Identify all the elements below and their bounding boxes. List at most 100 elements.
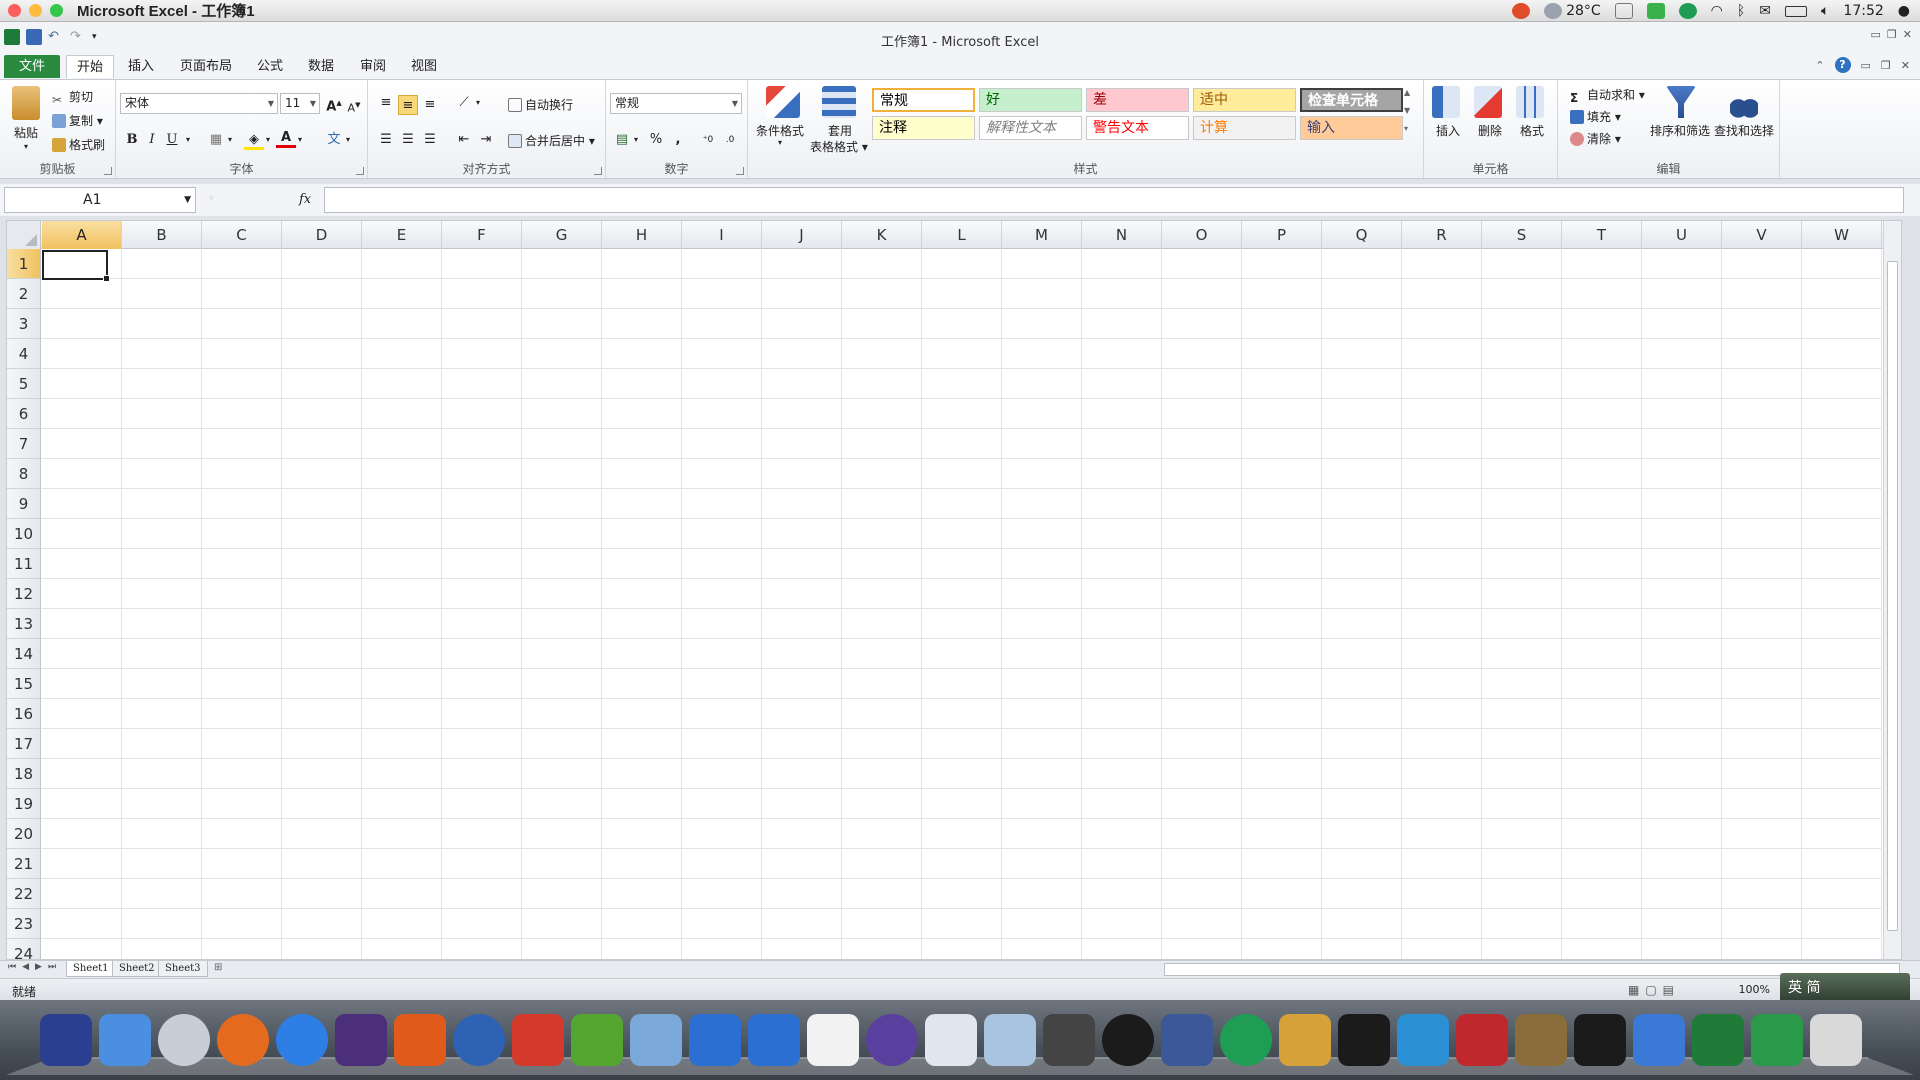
clipboard-launcher-icon[interactable]	[104, 167, 112, 175]
cell-style-1[interactable]: 好	[979, 88, 1082, 112]
image-capture-icon[interactable]	[1515, 1014, 1567, 1066]
doc-minimize-icon[interactable]: ▭	[1861, 59, 1871, 72]
firefox-icon[interactable]	[217, 1014, 269, 1066]
column-header-t[interactable]: T	[1562, 221, 1642, 249]
cell-style-8[interactable]: 计算	[1193, 116, 1296, 140]
fill-button[interactable]: 填充 ▾	[1570, 108, 1621, 125]
qq-status-icon[interactable]	[1512, 3, 1531, 19]
sync-icon[interactable]	[1646, 3, 1665, 19]
column-header-s[interactable]: S	[1482, 221, 1562, 249]
number-launcher-icon[interactable]	[736, 167, 744, 175]
bluetooth-icon[interactable]: ᛒ	[1737, 3, 1745, 19]
vertical-scrollbar[interactable]	[1883, 221, 1901, 959]
row-header-21[interactable]: 21	[7, 849, 41, 879]
sheet-tab-2[interactable]: Sheet2	[112, 961, 162, 977]
wifi-icon[interactable]: ◠	[1711, 3, 1723, 19]
terminal-icon[interactable]	[1574, 1014, 1626, 1066]
increase-indent-icon[interactable]: ⇥	[476, 130, 496, 150]
formula-input[interactable]	[324, 187, 1904, 213]
r-lang-icon[interactable]	[453, 1014, 505, 1066]
cloud-sync-icon[interactable]	[1678, 3, 1697, 19]
italic-button[interactable]: I	[142, 130, 162, 150]
column-header-v[interactable]: V	[1722, 221, 1802, 249]
row-header-24[interactable]: 24	[7, 939, 41, 959]
row-header-12[interactable]: 12	[7, 579, 41, 609]
view-mode-buttons[interactable]: ▦▢▤	[1628, 983, 1680, 997]
column-header-l[interactable]: L	[922, 221, 1002, 249]
pen-tool-icon[interactable]	[1043, 1014, 1095, 1066]
name-box[interactable]: A1 ▼	[4, 187, 196, 213]
row-header-6[interactable]: 6	[7, 399, 41, 429]
tab-insert[interactable]: 插入	[118, 55, 164, 78]
insert-cells-icon[interactable]	[1432, 86, 1460, 118]
autosum-button[interactable]: Σ 自动求和 ▾	[1570, 86, 1645, 105]
sort-filter-button[interactable]: 排序和筛选	[1650, 122, 1710, 139]
conditional-format-button[interactable]: 条件格式	[756, 122, 804, 139]
gallery-more-icon[interactable]: ▾	[1404, 124, 1408, 133]
clear-button[interactable]: 清除 ▾	[1570, 130, 1621, 147]
underline-dropdown-icon[interactable]: ▾	[178, 130, 198, 150]
zoom-level[interactable]: 100%	[1739, 983, 1770, 996]
align-right-icon[interactable]: ☰	[420, 130, 440, 150]
row-header-2[interactable]: 2	[7, 279, 41, 309]
facebook-icon[interactable]	[1161, 1014, 1213, 1066]
tab-data[interactable]: 数据	[298, 55, 344, 78]
tab-page-layout[interactable]: 页面布局	[170, 55, 242, 78]
gallery-down-icon[interactable]: ▼	[1404, 106, 1410, 115]
tab-view[interactable]: 视图	[401, 55, 447, 78]
cell-style-6[interactable]: 解释性文本	[979, 116, 1082, 140]
column-header-h[interactable]: H	[602, 221, 682, 249]
office-cube-icon[interactable]	[512, 1014, 564, 1066]
finder-icon[interactable]	[99, 1014, 151, 1066]
increase-decimal-icon[interactable]: ⁺0	[698, 130, 718, 150]
row-header-7[interactable]: 7	[7, 429, 41, 459]
row-header-18[interactable]: 18	[7, 759, 41, 789]
row-header-23[interactable]: 23	[7, 909, 41, 939]
column-header-p[interactable]: P	[1242, 221, 1322, 249]
column-header-r[interactable]: R	[1402, 221, 1482, 249]
delete-cells-icon[interactable]	[1474, 86, 1502, 118]
sort-filter-icon[interactable]	[1666, 86, 1696, 118]
row-header-16[interactable]: 16	[7, 699, 41, 729]
trash-icon[interactable]	[1810, 1014, 1862, 1066]
paste-icon[interactable]	[12, 86, 40, 120]
grow-font-button[interactable]: A▲	[324, 93, 344, 114]
active-cell-a1[interactable]	[42, 250, 110, 282]
notes-icon[interactable]	[807, 1014, 859, 1066]
tab-file[interactable]: 文件	[4, 55, 60, 78]
preview-icon[interactable]	[630, 1014, 682, 1066]
font-launcher-icon[interactable]	[356, 167, 364, 175]
copy-button[interactable]: 复制 ▾	[52, 112, 103, 129]
number-format-combo[interactable]: 常规 ▼	[610, 93, 742, 114]
table-format-icon[interactable]	[822, 86, 856, 118]
zoom-window-button[interactable]	[50, 4, 63, 17]
cell-style-0[interactable]: 常规	[872, 88, 975, 112]
column-header-e[interactable]: E	[362, 221, 442, 249]
mosaic-icon[interactable]	[1279, 1014, 1331, 1066]
cell-style-3[interactable]: 适中	[1193, 88, 1296, 112]
comma-button[interactable]: ,	[668, 130, 688, 150]
row-header-17[interactable]: 17	[7, 729, 41, 759]
volume-icon[interactable]: 🔈︎	[1821, 3, 1829, 19]
sheet-nav-arrows[interactable]: ⏮◀▶⏭	[8, 962, 62, 972]
word-icon[interactable]	[748, 1014, 800, 1066]
tab-formulas[interactable]: 公式	[247, 55, 293, 78]
cell-style-7[interactable]: 警告文本	[1086, 116, 1189, 140]
column-header-f[interactable]: F	[442, 221, 522, 249]
swirl-icon[interactable]	[1397, 1014, 1449, 1066]
decrease-decimal-icon[interactable]: .0	[720, 130, 740, 150]
find-select-button[interactable]: 查找和选择	[1714, 122, 1774, 139]
conditional-format-icon[interactable]	[766, 86, 800, 118]
column-header-b[interactable]: B	[122, 221, 202, 249]
column-header-q[interactable]: Q	[1322, 221, 1402, 249]
battery-icon[interactable]	[1785, 5, 1808, 17]
close-icon[interactable]: ✕	[1903, 28, 1912, 41]
cell-style-4[interactable]: 检查单元格	[1300, 88, 1403, 112]
restore-icon[interactable]: ❐	[1887, 28, 1897, 41]
conditional-format-dropdown-icon[interactable]: ▾	[778, 138, 782, 147]
input-method-indicator[interactable]: 英 简	[1780, 973, 1910, 1003]
row-header-4[interactable]: 4	[7, 339, 41, 369]
cut-button[interactable]: ✂ 剪切	[52, 88, 93, 107]
column-header-u[interactable]: U	[1642, 221, 1722, 249]
row-header-11[interactable]: 11	[7, 549, 41, 579]
